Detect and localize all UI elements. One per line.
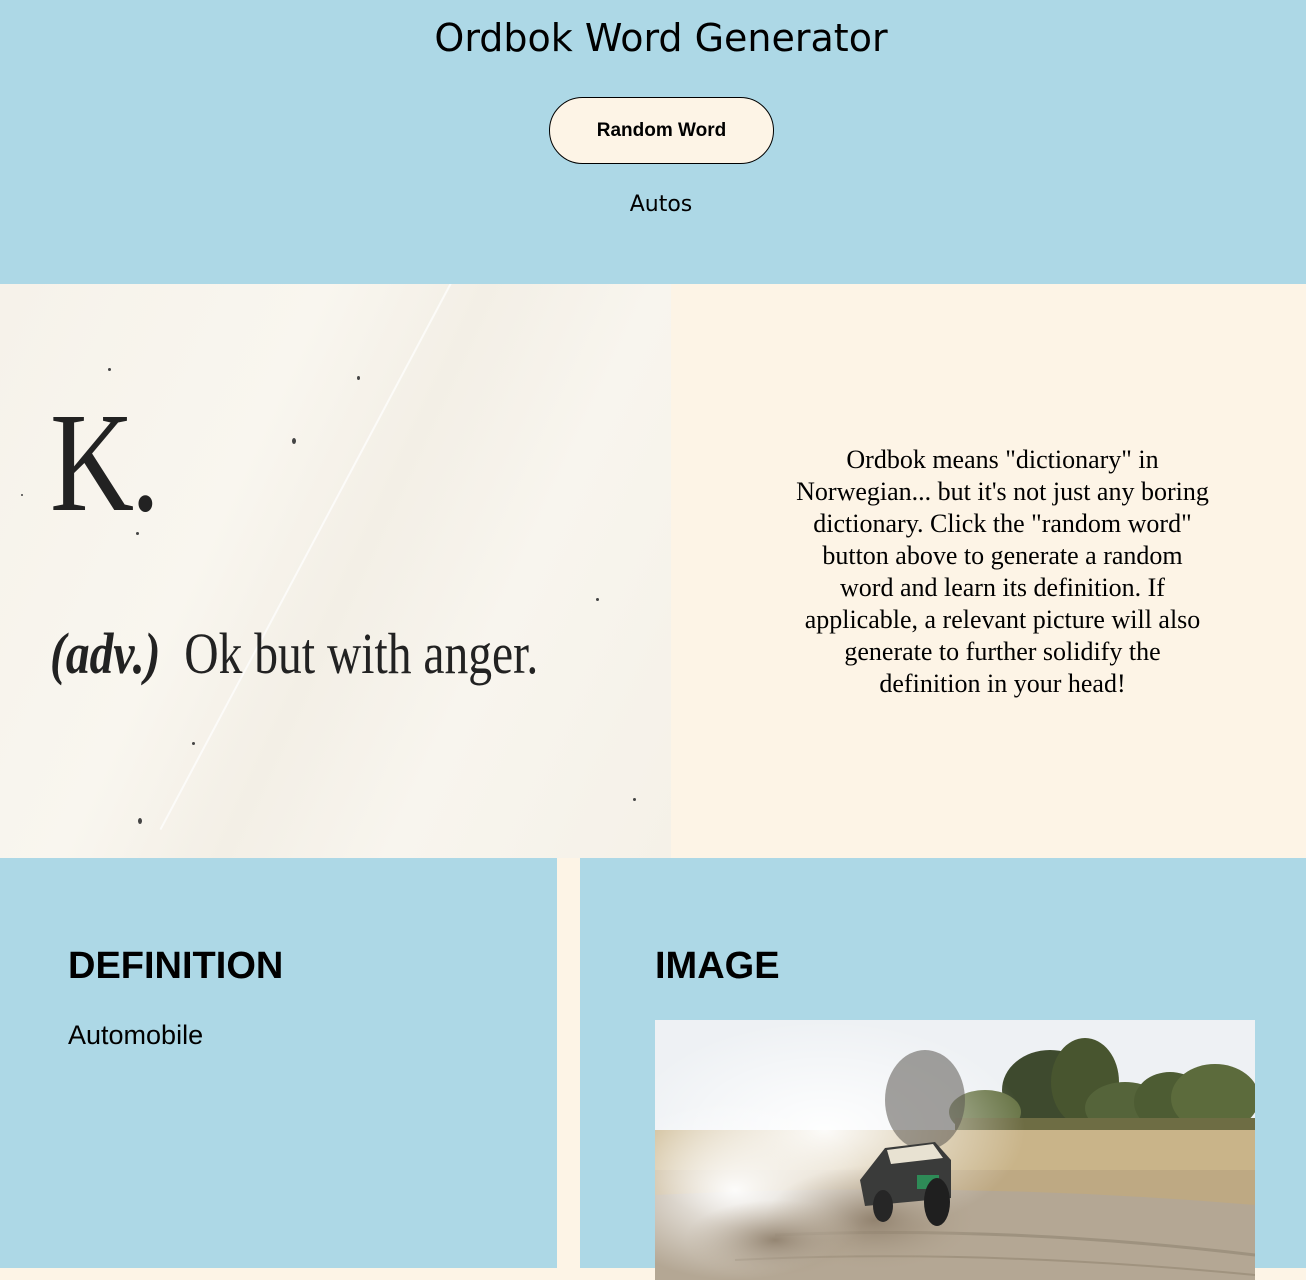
hero-section: K. (adv.) Ok but with anger. Ordbok mean… xyxy=(0,284,1306,858)
entry-definition: (adv.) Ok but with anger. xyxy=(50,614,538,694)
definition-text: Automobile xyxy=(68,1020,204,1050)
paper-speck xyxy=(192,742,195,745)
paper-speck xyxy=(138,818,142,824)
image-panel: IMAGE xyxy=(580,858,1306,1280)
paper-speck xyxy=(596,598,599,601)
paper-crease xyxy=(159,284,462,831)
car-drifting-image xyxy=(655,1020,1255,1280)
entry-letter: K. xyxy=(50,383,160,541)
page-header: Ordbok Word Generator Random Word Autos xyxy=(0,0,1306,284)
paper-speck xyxy=(292,438,296,444)
definition-panel: DEFINITION Automobile xyxy=(0,858,557,1268)
paper-speck xyxy=(357,376,360,380)
paper-speck xyxy=(108,368,111,371)
paper-speck xyxy=(633,798,636,801)
dictionary-entry-image: K. (adv.) Ok but with anger. xyxy=(0,284,671,858)
entry-definition-text: Ok but with anger. xyxy=(184,621,539,686)
random-word-button[interactable]: Random Word xyxy=(549,97,774,164)
page-title: Ordbok Word Generator xyxy=(434,16,888,60)
paper-speck xyxy=(21,494,23,496)
image-heading: IMAGE xyxy=(655,945,780,987)
word-image xyxy=(655,1020,1255,1280)
generated-word: Autos xyxy=(629,192,693,217)
entry-part-of-speech: (adv.) xyxy=(50,621,161,686)
site-description: Ordbok means "dictionary" in Norwegian..… xyxy=(796,445,1209,698)
definition-heading: DEFINITION xyxy=(68,945,284,987)
